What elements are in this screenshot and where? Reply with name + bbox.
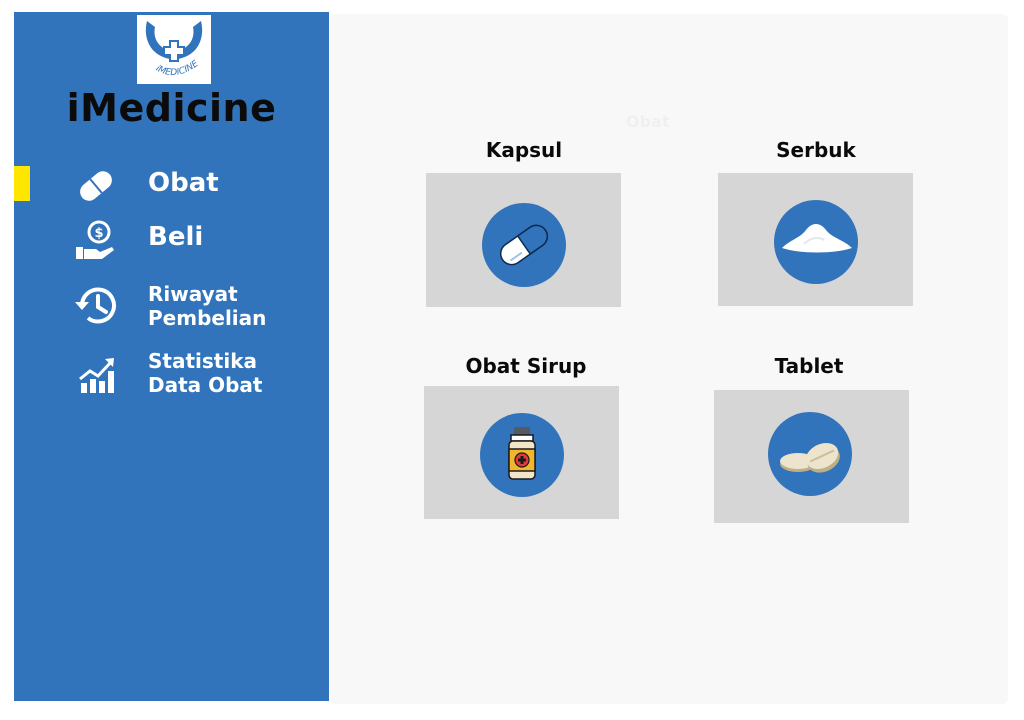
app-logo: iMEDICINE	[137, 15, 211, 84]
powder-icon	[782, 224, 852, 253]
category-icon-circle	[774, 200, 858, 284]
sidebar-item-label: Beli	[148, 222, 204, 252]
category-title-tablet: Tablet	[774, 354, 844, 378]
sidebar-item-statistika-data-obat[interactable]: Statistika Data Obat	[14, 349, 329, 399]
sidebar-item-label: Obat	[148, 168, 219, 198]
category-card-kapsul[interactable]	[426, 173, 621, 307]
tablet-icon	[780, 442, 840, 473]
category-title-kapsul: Kapsul	[485, 138, 563, 162]
sidebar-item-obat[interactable]: Obat	[14, 164, 329, 214]
category-card-obat-sirup[interactable]	[424, 386, 619, 519]
category-card-tablet[interactable]	[714, 390, 909, 523]
sidebar: iMEDICINE iMedicine Obat $ Beli Riwayat …	[14, 12, 329, 701]
syrup-bottle-icon	[508, 427, 536, 480]
chart-growth-icon	[79, 358, 114, 393]
category-icon-circle	[768, 412, 852, 496]
sidebar-item-beli[interactable]: $ Beli	[14, 219, 329, 269]
sidebar-item-label-line1: Riwayat	[148, 282, 238, 306]
pill-icon	[80, 171, 112, 201]
active-indicator	[14, 166, 30, 201]
category-icon-circle	[482, 203, 566, 287]
sidebar-item-label-line1: Statistika	[148, 349, 257, 373]
category-icon-circle	[480, 413, 564, 497]
faint-heading: Obat	[626, 112, 670, 131]
hand-money-icon: $	[76, 220, 114, 259]
category-title-obat-sirup: Obat Sirup	[465, 354, 587, 378]
hands-cross-logo-icon: iMEDICINE	[145, 21, 203, 78]
sidebar-item-label-line2: Data Obat	[148, 373, 263, 397]
history-icon	[75, 287, 116, 324]
svg-text:$: $	[94, 226, 103, 241]
main-panel: Obat Kapsul Serbuk Obat Sirup Tablet	[330, 14, 1008, 704]
sidebar-item-label-line2: Pembelian	[148, 306, 267, 330]
category-card-serbuk[interactable]	[718, 173, 913, 306]
category-title-serbuk: Serbuk	[776, 138, 856, 162]
sidebar-item-riwayat-pembelian[interactable]: Riwayat Pembelian	[14, 280, 329, 330]
app-title: iMedicine	[66, 86, 277, 130]
capsule-icon	[499, 224, 549, 266]
